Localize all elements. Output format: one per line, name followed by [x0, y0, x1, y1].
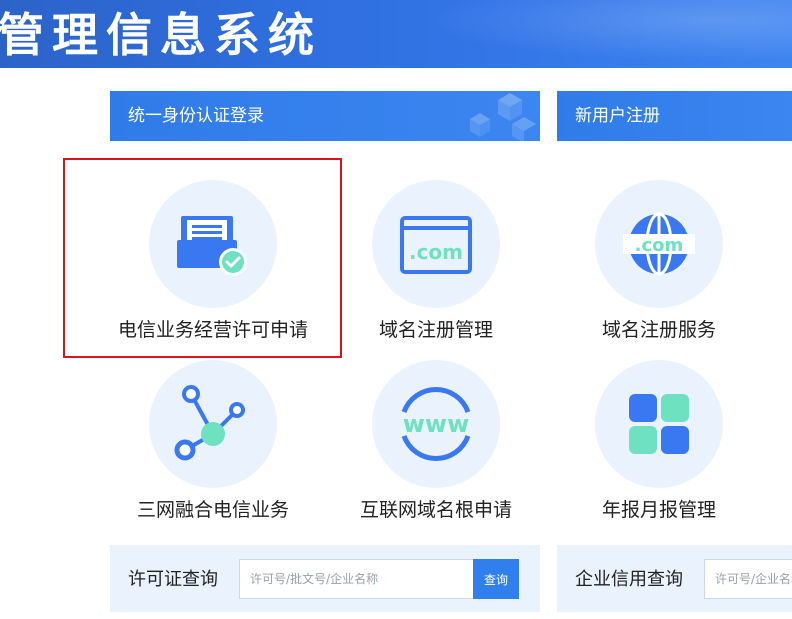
com-globe-icon: .com — [623, 212, 695, 276]
license-query-button[interactable]: 查询 — [473, 559, 519, 599]
credit-query-input[interactable] — [704, 559, 792, 599]
network-nodes-icon — [174, 385, 245, 461]
license-doc-check-icon — [177, 216, 247, 276]
tile-annual-monthly-report[interactable]: 年报月报管理 — [556, 360, 776, 540]
tile-icon-circle: .com — [372, 180, 500, 308]
tile-telecom-license[interactable]: 电信业务经营许可申请 — [110, 180, 330, 360]
tile-label: 三网融合电信业务 — [136, 499, 289, 521]
svg-text:.com: .com — [409, 240, 463, 264]
tile-label: 互联网域名根申请 — [359, 499, 512, 521]
tile-icon-circle: .com — [595, 180, 723, 308]
svg-text:.com: .com — [635, 235, 684, 256]
svg-text:www: www — [403, 410, 470, 438]
tile-label: 域名注册服务 — [601, 319, 716, 341]
tile-domain-registration-management[interactable]: .com 域名注册管理 — [333, 180, 553, 360]
tile-icon-circle: www — [372, 360, 500, 488]
unified-login-bar[interactable]: 统一身份认证登录 — [110, 91, 540, 141]
credit-query-title: 企业信用查询 — [575, 569, 683, 590]
license-query-panel: 许可证查询 查询 — [110, 545, 540, 612]
tile-icon-circle — [149, 360, 277, 488]
page-title: 管理信息系统 — [0, 8, 322, 62]
tile-label: 电信业务经营许可申请 — [117, 319, 308, 341]
new-user-register-bar[interactable]: 新用户注册 — [557, 91, 792, 141]
tile-label: 域名注册管理 — [378, 319, 493, 341]
tile-internet-root-domain[interactable]: www 互联网域名根申请 — [333, 360, 553, 540]
credit-query-panel: 企业信用查询 — [557, 545, 792, 612]
license-query-input[interactable] — [239, 559, 474, 599]
header-banner: 管理信息系统 — [0, 0, 792, 68]
cubes-decoration-icon — [470, 93, 536, 141]
www-globe-icon: www — [401, 386, 471, 462]
grid-blocks-icon — [629, 394, 689, 454]
tile-tri-network-telecom[interactable]: 三网融合电信业务 — [110, 360, 330, 540]
unified-login-label: 统一身份认证登录 — [128, 106, 264, 126]
tile-label: 年报月报管理 — [601, 499, 716, 521]
tile-icon-circle — [149, 180, 277, 308]
tile-icon-circle — [595, 360, 723, 488]
tile-domain-registration-service[interactable]: .com 域名注册服务 — [556, 180, 776, 360]
license-query-title: 许可证查询 — [128, 569, 218, 590]
com-browser-icon: .com — [400, 216, 472, 274]
new-user-register-label: 新用户注册 — [575, 106, 660, 126]
